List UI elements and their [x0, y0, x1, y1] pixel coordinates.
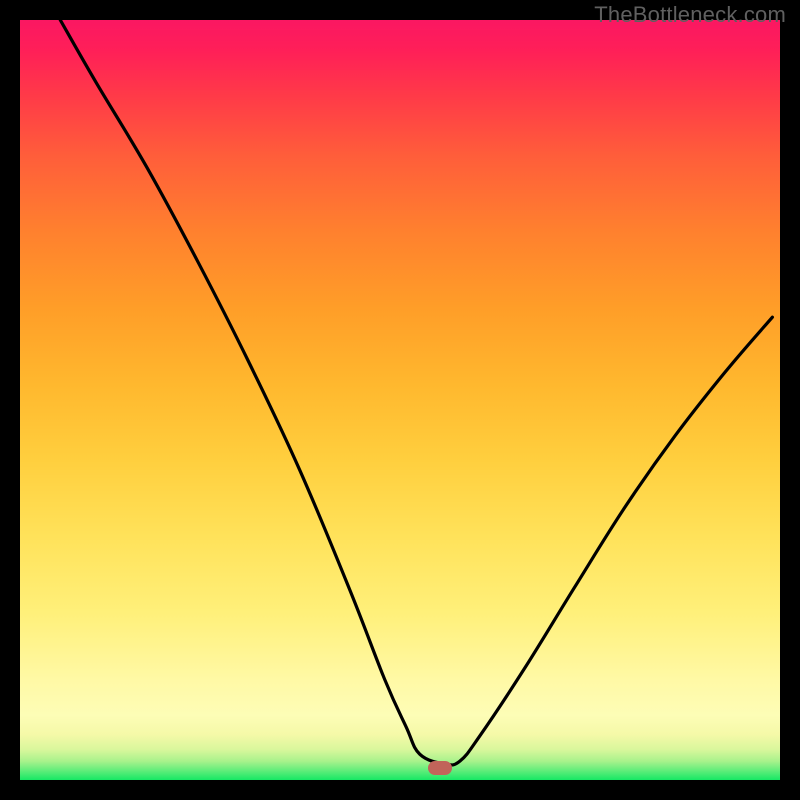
- watermark-text: TheBottleneck.com: [594, 2, 786, 28]
- bottleneck-curve: [20, 20, 780, 780]
- plot-area: [20, 20, 780, 780]
- chart-frame: TheBottleneck.com: [0, 0, 800, 800]
- optimal-point-marker: [428, 761, 452, 775]
